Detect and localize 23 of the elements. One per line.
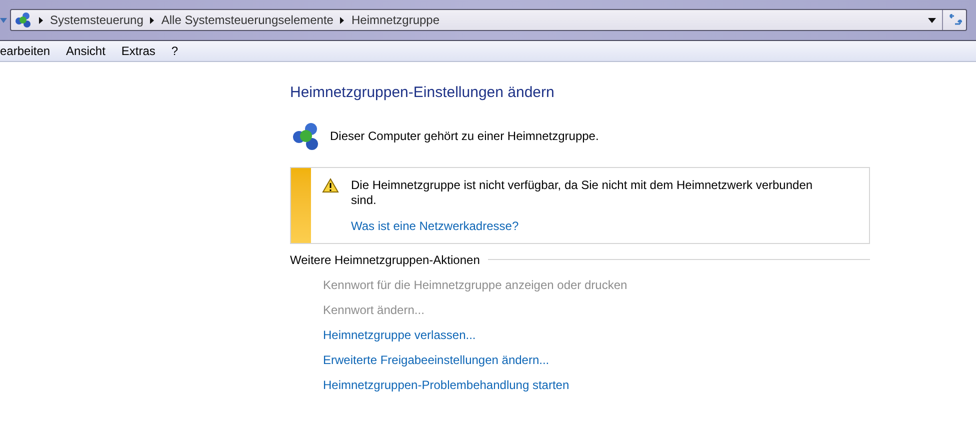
breadcrumb-segment[interactable]: Systemsteuerung: [50, 11, 144, 29]
chevron-icon[interactable]: [39, 16, 43, 24]
action-link[interactable]: Erweiterte Freigabeeinstellungen ändern...: [323, 350, 550, 368]
section-title: Weitere Heimnetzgruppen-Aktionen: [290, 252, 480, 268]
warning-message: Die Heimnetzgruppe ist nicht verfügbar, da Sie nicht mit dem Heimnetzwerk verbunden sind.: [351, 178, 814, 208]
chevron-icon[interactable]: [340, 16, 344, 24]
breadcrumb-segment[interactable]: Alle Systemsteuerungselemente: [161, 11, 334, 29]
chevron-icon[interactable]: [150, 16, 154, 24]
action-link[interactable]: Heimnetzgruppe verlassen...: [323, 326, 476, 344]
menu-item[interactable]: ?: [171, 42, 178, 60]
breadcrumb-segment[interactable]: Heimnetzgruppe: [351, 11, 440, 29]
network-address-link[interactable]: Was ist eine Netzwerkadresse?: [351, 216, 841, 234]
warning-icon: [322, 178, 339, 192]
dropdown-caret-icon[interactable]: [928, 18, 936, 22]
refresh-icon: [948, 14, 962, 26]
network-icon: [14, 11, 32, 29]
page-heading: Heimnetzgruppen-Einstellungen ändern: [290, 83, 556, 103]
menu-item[interactable]: earbeiten: [0, 42, 50, 60]
menu-item[interactable]: Ansicht: [66, 42, 106, 60]
status-text: Dieser Computer gehört zu einer Heimnetzgruppe.: [330, 128, 599, 144]
address-field[interactable]: Systemsteuerung Alle Systemsteuerungselemente Heimnetzgruppe: [10, 9, 967, 31]
action-link[interactable]: Heimnetzgruppen-Problembehandlung starten: [323, 376, 570, 394]
menu-item[interactable]: Extras: [121, 42, 156, 60]
